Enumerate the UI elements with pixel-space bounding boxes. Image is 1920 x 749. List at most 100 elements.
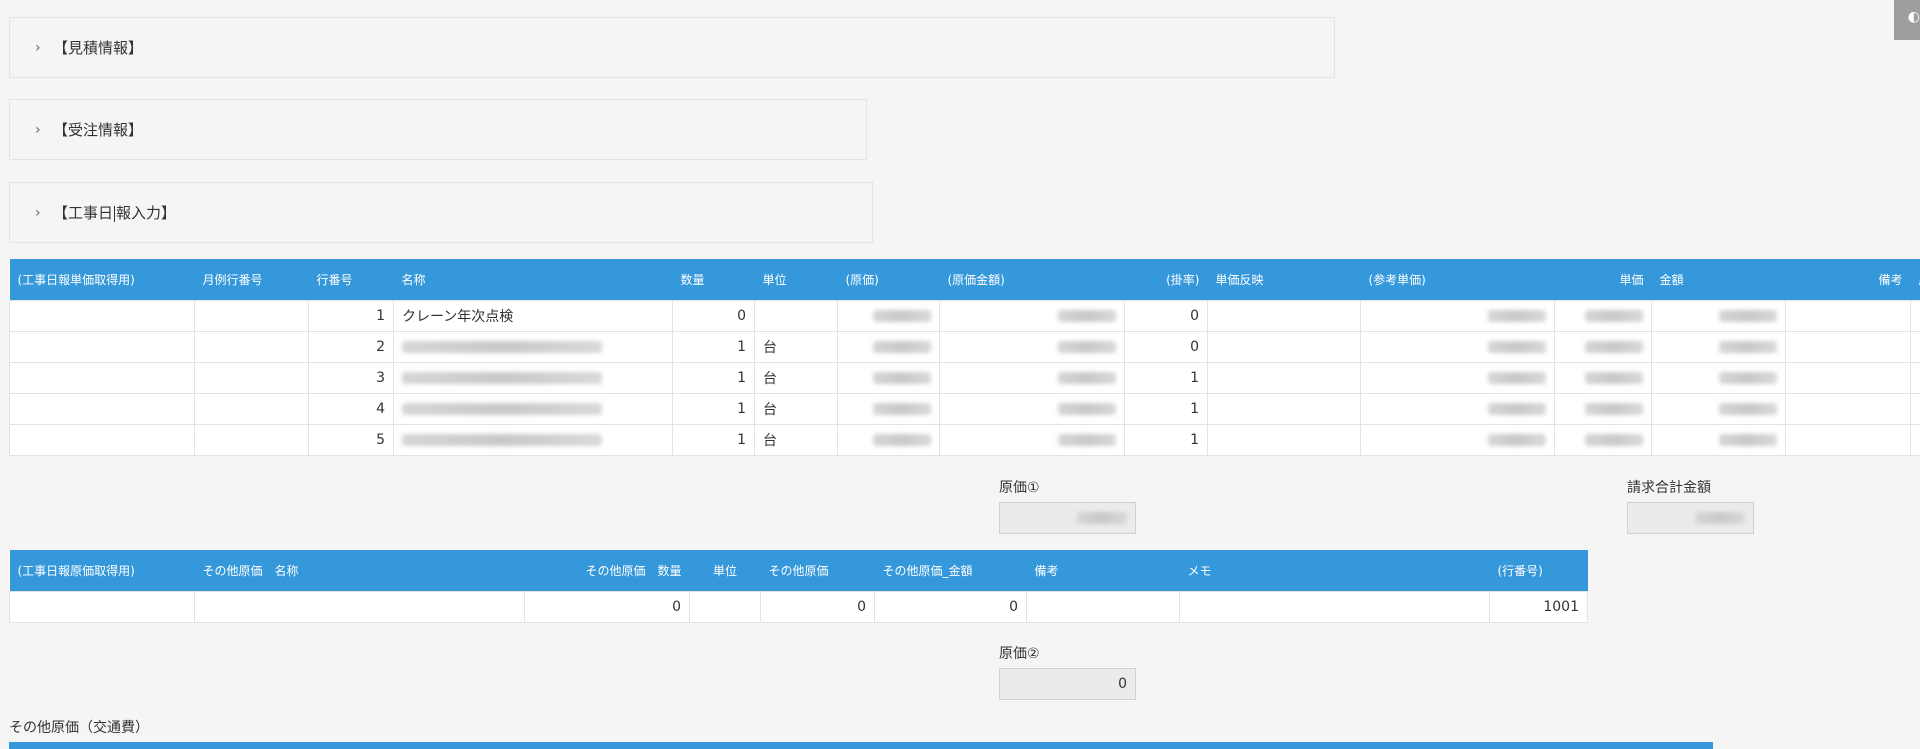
col-header: 単価反映 [1207,259,1361,301]
rate: 0 [1124,300,1208,332]
other-cost-amount: 0 [874,591,1027,623]
invoice-total-label: 請求合計金額 [1627,480,1711,496]
unit-price-redacted [1554,300,1652,332]
invoice-total-field[interactable] [1627,502,1754,534]
table-row[interactable]: 0 0 0 1001 [9,591,1588,623]
col-header: その他原価 名称 [194,550,525,592]
amount-redacted [1651,362,1786,394]
unit: 台 [754,362,838,394]
section-title-daily-report: 【工事日 報入力】 [53,204,177,222]
unit-price-redacted [1554,362,1652,394]
other-cost: 0 [760,591,875,623]
section-estimate-info[interactable]: › 【見積情報】 [9,17,1335,78]
ref-price-redacted [1360,393,1555,425]
cost-redacted [837,300,940,332]
row-number: 3 [308,362,394,394]
col-header: (原価) [837,259,940,301]
cost-redacted [837,331,940,363]
col-header: 金額 [1651,259,1786,301]
rate: 1 [1124,393,1208,425]
rate: 1 [1124,424,1208,456]
col-header: その他原価 数量 [524,550,690,592]
col-header: 行番号 [308,259,394,301]
ref-price-redacted [1360,331,1555,363]
amount-redacted [1651,424,1786,456]
section-title-order: 【受注情報】 [53,121,144,139]
table-row[interactable]: 1 クレーン年次点検 0 0 [9,300,1920,332]
col-header: (掛率) [1124,259,1208,301]
col-header: メモ [1179,550,1490,592]
transport-table-header [9,742,1713,749]
col-header: 数量 [672,259,755,301]
item-name: クレーン年次点検 [393,300,673,332]
quantity: 1 [672,393,755,425]
table-row[interactable]: 3 1 台 1 [9,362,1920,394]
unit: 台 [754,393,838,425]
corner-icon[interactable]: ◐ [1894,0,1920,40]
cost2-field[interactable]: 0 [999,668,1136,700]
cost1-field[interactable] [999,502,1136,534]
line-number: 1001 [1489,591,1588,623]
cost1-label: 原価① [999,480,1040,496]
unit-price-redacted [1554,331,1652,363]
col-header: 備考 [1785,259,1911,301]
col-header: 単位 [689,550,761,592]
col-header: その他原価 [760,550,875,592]
other-cost-transport-label: その他原価（交通費） [9,720,149,736]
cost-redacted [837,393,940,425]
table-row[interactable]: 5 1 台 1 [9,424,1920,456]
other-cost-qty: 0 [524,591,690,623]
table-header-row: (工事日報原価取得用) その他原価 名称 その他原価 数量 単位 その他原価 そ… [9,550,1588,592]
table-header-row: (工事日報単価取得用) 月例行番号 行番号 名称 数量 単位 (原価) (原価金… [9,259,1920,301]
cost2-label: 原価② [999,646,1040,662]
chevron-right-icon: › [35,39,41,56]
unit [754,300,838,332]
quantity: 0 [672,300,755,332]
col-header: 名称 [393,259,673,301]
cost-amount-redacted [939,393,1125,425]
unit: 台 [754,424,838,456]
col-header: (参考単価) [1360,259,1555,301]
unit-price-redacted [1554,424,1652,456]
col-header: (工事日報単価取得用) [9,259,195,301]
row-number: 2 [308,331,394,363]
item-name-redacted [393,331,673,363]
section-order-info[interactable]: › 【受注情報】 [9,99,867,160]
col-header: (原価金額) [939,259,1125,301]
col-header: (行番号) [1489,550,1588,592]
cost-amount-redacted [939,362,1125,394]
chevron-right-icon: › [35,204,41,221]
row-number: 4 [308,393,394,425]
col-header: 原 [1910,259,1920,301]
quantity: 1 [672,331,755,363]
col-header: 単位 [754,259,838,301]
table-row[interactable]: 4 1 台 1 [9,393,1920,425]
col-header: 単価 [1554,259,1652,301]
section-daily-report-input[interactable]: › 【工事日 報入力】 [9,182,873,243]
row-number: 5 [308,424,394,456]
col-header: 備考 [1026,550,1180,592]
chevron-right-icon: › [35,121,41,138]
amount-redacted [1651,331,1786,363]
ref-price-redacted [1360,300,1555,332]
other-cost-table: (工事日報原価取得用) その他原価 名称 その他原価 数量 単位 その他原価 そ… [9,550,1588,623]
item-name-redacted [393,393,673,425]
col-header: (工事日報原価取得用) [9,550,195,592]
rate: 0 [1124,331,1208,363]
cost-amount-redacted [939,300,1125,332]
cost-amount-redacted [939,331,1125,363]
detail-table: (工事日報単価取得用) 月例行番号 行番号 名称 数量 単位 (原価) (原価金… [9,259,1920,456]
ref-price-redacted [1360,362,1555,394]
amount-redacted [1651,393,1786,425]
col-header: その他原価_金額 [874,550,1027,592]
ref-price-redacted [1360,424,1555,456]
unit-price-redacted [1554,393,1652,425]
table-row[interactable]: 2 1 台 0 [9,331,1920,363]
quantity: 1 [672,362,755,394]
amount-redacted [1651,300,1786,332]
cost-redacted [837,362,940,394]
row-number: 1 [308,300,394,332]
rate: 1 [1124,362,1208,394]
quantity: 1 [672,424,755,456]
cost-amount-redacted [939,424,1125,456]
